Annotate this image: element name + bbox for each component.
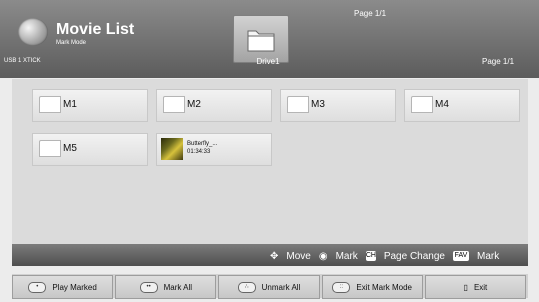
mark-icon: ◉ [318,250,328,262]
folder-tile-m3[interactable]: M3 [280,89,396,122]
folder-icon [247,30,275,52]
fav-key-icon: FAV [452,251,469,261]
exit-mark-mode-label: Exit Mark Mode [356,282,412,292]
exit-label: Exit [473,282,488,292]
tile-label: M3 [311,99,325,110]
page-indicator-top: Page 1/1 [354,9,387,18]
header-bar: Movie List Mark Mode USB 1 XTICK Drive1 … [0,0,539,78]
action-button-bar: • Play Marked •• Mark All ∴ Unmark All :… [12,274,528,299]
movie-list-icon [18,18,48,46]
mark-all-label: Mark All [163,282,193,292]
legend-mark-fav: Mark [476,250,500,262]
legend-move: Move [286,250,311,262]
tile-label: M5 [63,143,77,154]
movie-title: Butterfly_... [187,141,218,147]
play-marked-label: Play Marked [52,282,97,292]
legend: ✥ Move ◉ Mark CH Page Change FAV Mark [270,249,499,263]
folder-tile-m5[interactable]: M5 [32,133,148,166]
tile-label: M2 [187,99,201,110]
folder-icon [163,96,185,113]
remote-key-icon: ∴ [237,281,256,293]
exit-button[interactable]: ▯ Exit [424,275,527,299]
page-indicator-right: Page 1/1 [482,57,515,66]
unmark-all-label: Unmark All [261,282,301,292]
folder-icon [39,140,61,157]
drive-folder-tile[interactable] [233,15,289,63]
folder-icon [39,96,61,113]
tile-label: M1 [63,99,77,110]
remote-key-icon: :: [332,281,351,293]
play-marked-button[interactable]: • Play Marked [12,275,114,299]
tile-label: M4 [435,99,449,110]
folder-tile-m1[interactable]: M1 [32,89,148,122]
unmark-all-button[interactable]: ∴ Unmark All [218,275,320,299]
folder-icon [411,96,433,113]
mode-subtitle: Mark Mode [56,40,87,46]
legend-mark: Mark [335,250,358,262]
movie-duration: 01:34:33 [187,149,211,155]
remote-key-icon: • [28,281,47,293]
ch-key-icon: CH [365,251,376,261]
mark-all-button[interactable]: •• Mark All [115,275,217,299]
exit-mark-mode-button[interactable]: :: Exit Mark Mode [321,275,423,299]
folder-icon [287,96,309,113]
legend-page-change: Page Change [383,250,445,262]
movie-tile-butterfly[interactable]: Butterfly_... 01:34:33 [156,133,272,166]
move-icon: ✥ [270,250,279,262]
drive-label: Drive1 [256,57,280,66]
exit-icon: ▯ [463,282,468,292]
file-grid: M1 M2 M3 M4 M5 Butterfly_... 01:34:33 [12,79,528,244]
folder-tile-m2[interactable]: M2 [156,89,272,122]
page-title: Movie List [56,21,135,38]
movie-thumbnail [161,138,183,160]
device-label: USB 1 XTICK [4,58,41,64]
remote-key-icon: •• [139,281,158,293]
folder-tile-m4[interactable]: M4 [404,89,520,122]
